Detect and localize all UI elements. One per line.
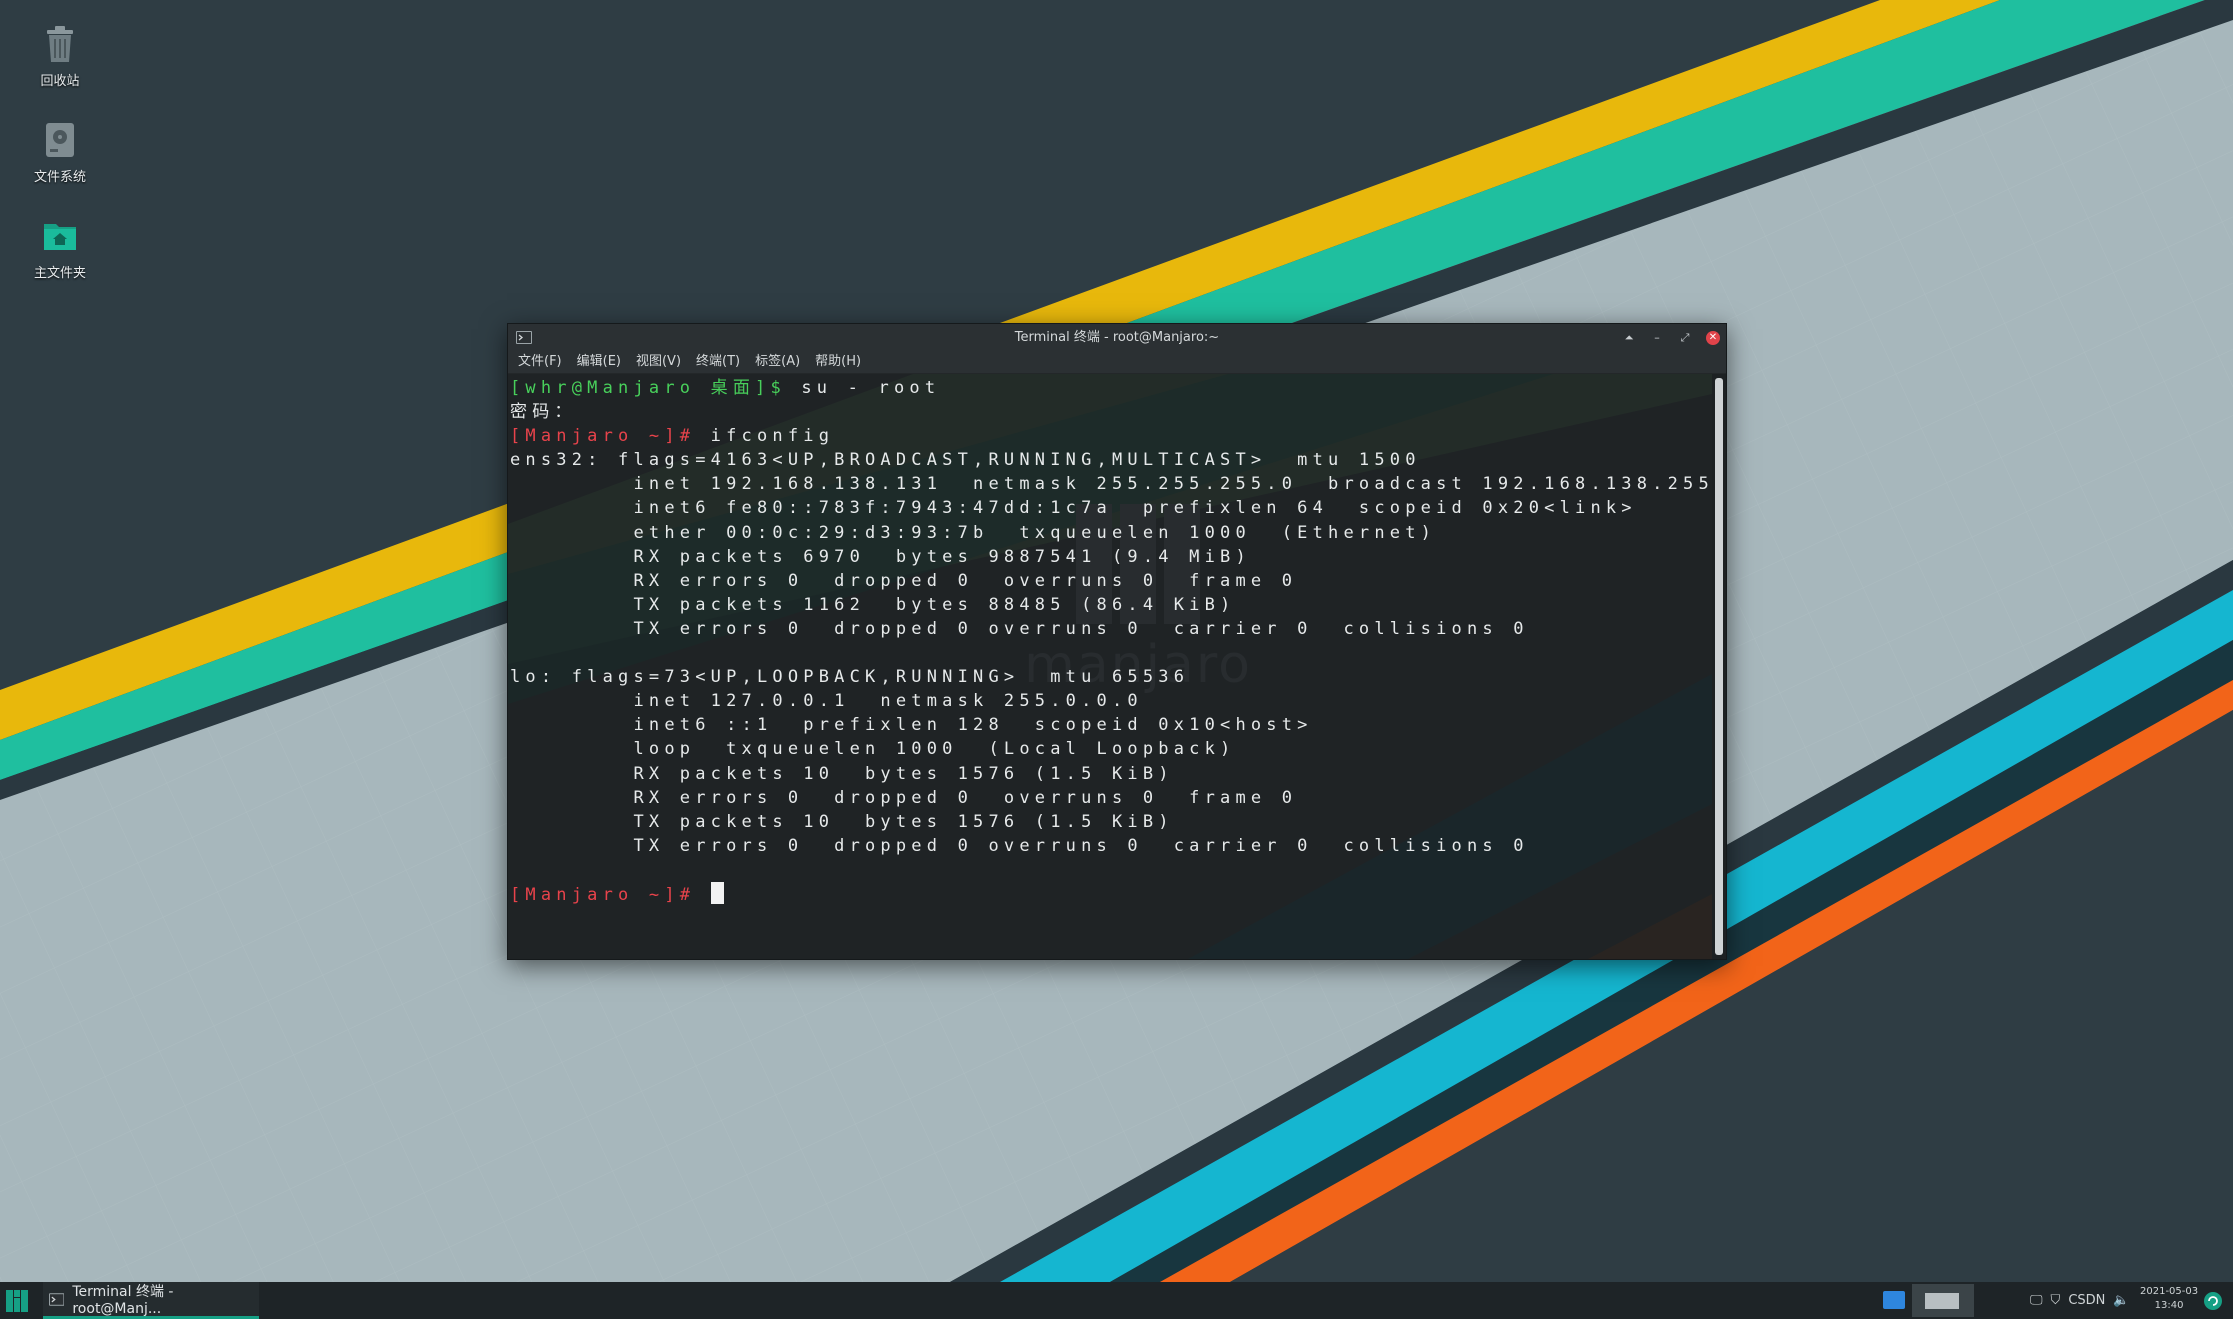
taskbar-task-terminal[interactable]: Terminal 终端 - root@Manj... xyxy=(43,1282,259,1319)
output-text: lo: flags=73<UP,LOOPBACK,RUNNING> mtu 65… xyxy=(510,667,1190,688)
output-text: TX packets 10 bytes 1576 (1.5 KiB) xyxy=(510,811,1174,832)
terminal-line: ether 00:0c:29:d3:93:7b txqueuelen 1000 … xyxy=(510,521,1712,545)
shell-command: su - root xyxy=(785,378,941,398)
home-folder-icon xyxy=(44,224,76,250)
terminal-line: RX errors 0 dropped 0 overruns 0 frame 0 xyxy=(510,569,1712,593)
shell-prompt: [Manjaro ~]# xyxy=(510,426,696,447)
close-button[interactable]: ✕ xyxy=(1706,330,1720,345)
clock-date: 2021-05-03 xyxy=(2140,1286,2199,1297)
terminal-line: [Manjaro ~]# ifconfig xyxy=(510,424,1712,448)
menu-terminal[interactable]: 终端(T) xyxy=(696,351,740,373)
keep-above-button[interactable]: ⏶ xyxy=(1622,331,1636,345)
menu-file[interactable]: 文件(F) xyxy=(518,351,562,373)
scrollbar-thumb[interactable] xyxy=(1715,378,1723,955)
system-tray: 🖵 ⛉ CSDN 🔈 xyxy=(2030,1282,2130,1319)
trash-icon xyxy=(47,26,73,62)
desktop-icon-home[interactable]: 主文件夹 xyxy=(18,216,102,281)
tray-text: CSDN xyxy=(2068,1293,2106,1308)
clock-time: 13:40 xyxy=(2154,1300,2184,1311)
output-text: inet6 fe80::783f:7943:47dd:1c7a prefixle… xyxy=(510,498,1637,519)
output-text: inet6 ::1 prefixlen 128 scopeid 0x10<hos… xyxy=(510,715,1313,736)
terminal-line: RX packets 10 bytes 1576 (1.5 KiB) xyxy=(510,762,1712,786)
maximize-button[interactable]: ⤢ xyxy=(1678,331,1692,345)
shell-command xyxy=(695,885,710,905)
terminal-line: inet 127.0.0.1 netmask 255.0.0.0 xyxy=(510,689,1712,713)
window-title: Terminal 终端 - root@Manjaro:~ xyxy=(1014,330,1220,345)
terminal-line: inet6 ::1 prefixlen 128 scopeid 0x10<hos… xyxy=(510,713,1712,737)
shell-prompt: [Manjaro ~]# xyxy=(510,884,696,905)
terminal-line: TX errors 0 dropped 0 overruns 0 carrier… xyxy=(510,617,1712,641)
drive-icon xyxy=(46,123,74,157)
shield-icon[interactable]: ⛉ xyxy=(2051,1293,2061,1308)
workspace-switcher-1[interactable] xyxy=(1883,1291,1905,1309)
terminal-line: RX errors 0 dropped 0 overruns 0 frame 0 xyxy=(510,786,1712,810)
menu-view[interactable]: 视图(V) xyxy=(636,351,681,373)
menu-help[interactable]: 帮助(H) xyxy=(815,351,861,373)
output-text: TX errors 0 dropped 0 overruns 0 carrier… xyxy=(510,618,1529,639)
menu-tabs[interactable]: 标签(A) xyxy=(755,351,800,373)
taskbar: Terminal 终端 - root@Manj... 🖵 ⛉ CSDN 🔈 20… xyxy=(0,1282,2233,1319)
terminal-line: 密码： xyxy=(510,400,1712,424)
text-cursor xyxy=(710,881,724,904)
network-icon[interactable]: 🖵 xyxy=(2030,1293,2043,1308)
output-text: 密码： xyxy=(510,402,577,423)
shell-command: ifconfig xyxy=(695,426,835,447)
terminal-line: [whr@Manjaro 桌面]$ su - root xyxy=(510,376,1712,400)
output-text: inet 127.0.0.1 netmask 255.0.0.0 xyxy=(510,691,1143,712)
minimize-icon: – xyxy=(1654,331,1660,344)
desktop-icon-label: 文件系统 xyxy=(33,170,86,185)
menu-edit[interactable]: 编辑(E) xyxy=(577,351,621,373)
desktop-icon-label: 主文件夹 xyxy=(33,266,86,281)
taskbar-task-label: Terminal 终端 - root@Manj... xyxy=(72,1284,174,1317)
workspace-switcher-2[interactable] xyxy=(1912,1284,1974,1317)
window-titlebar[interactable]: Terminal 终端 - root@Manjaro:~ ⏶ – ⤢ ✕ xyxy=(508,324,1726,351)
menubar: 文件(F) 编辑(E) 视图(V) 终端(T) 标签(A) 帮助(H) xyxy=(508,351,1726,373)
close-icon: ✕ xyxy=(1708,332,1718,343)
terminal-window[interactable]: Terminal 终端 - root@Manjaro:~ ⏶ – ⤢ ✕ 文件(… xyxy=(507,323,1727,960)
terminal-output: [whr@Manjaro 桌面]$ su - root 密码： [Manjaro ~… xyxy=(510,376,1712,906)
clock[interactable]: 2021-05-03 13:40 xyxy=(2140,1285,2198,1313)
desktop-icon-filesystem[interactable]: 文件系统 xyxy=(18,120,102,185)
terminal-line: RX packets 6970 bytes 9887541 (9.4 MiB) xyxy=(510,545,1712,569)
terminal-line: ens32: flags=4163<UP,BROADCAST,RUNNING,M… xyxy=(510,448,1712,472)
output-text: inet 192.168.138.131 netmask 255.255.255… xyxy=(510,474,1712,495)
minimize-button[interactable]: – xyxy=(1650,331,1664,345)
terminal-line: TX packets 10 bytes 1576 (1.5 KiB) xyxy=(510,810,1712,834)
update-icon[interactable] xyxy=(2203,1291,2223,1311)
desktop: 回收站 文件系统 主文件夹 Terminal 终端 - root@Manjaro… xyxy=(0,0,2233,1282)
output-text: ether 00:0c:29:d3:93:7b txqueuelen 1000 … xyxy=(510,522,1437,543)
terminal-scrollbar[interactable] xyxy=(1712,374,1726,959)
terminal-line: inet6 fe80::783f:7943:47dd:1c7a prefixle… xyxy=(510,496,1712,520)
output-text: TX errors 0 dropped 0 overruns 0 carrier… xyxy=(510,835,1529,856)
output-text: TX packets 1162 bytes 88485 (86.4 KiB) xyxy=(510,594,1236,615)
output-text: RX packets 10 bytes 1576 (1.5 KiB) xyxy=(510,763,1174,784)
eject-icon: ⏶ xyxy=(1624,331,1634,344)
terminal-line: lo: flags=73<UP,LOOPBACK,RUNNING> mtu 65… xyxy=(510,665,1712,689)
restore-icon: ⤢ xyxy=(1680,331,1690,344)
output-text: RX errors 0 dropped 0 overruns 0 frame 0 xyxy=(510,787,1298,808)
terminal-app-icon xyxy=(49,1292,65,1306)
volume-icon[interactable]: 🔈 xyxy=(2113,1293,2129,1308)
terminal-line: TX packets 1162 bytes 88485 (86.4 KiB) xyxy=(510,593,1712,617)
output-text: loop txqueuelen 1000 (Local Loopback) xyxy=(510,739,1236,760)
terminal-line: loop txqueuelen 1000 (Local Loopback) xyxy=(510,737,1712,761)
terminal-line: TX errors 0 dropped 0 overruns 0 carrier… xyxy=(510,834,1712,858)
terminal-line: [Manjaro ~]# xyxy=(510,881,1712,906)
manjaro-menu-icon[interactable] xyxy=(6,1290,28,1312)
shell-prompt: [whr@Manjaro 桌面]$ xyxy=(510,378,786,398)
output-text: ens32: flags=4163<UP,BROADCAST,RUNNING,M… xyxy=(510,450,1421,471)
terminal-line: inet 192.168.138.131 netmask 255.255.255… xyxy=(510,472,1712,496)
output-text: RX errors 0 dropped 0 overruns 0 frame 0 xyxy=(510,570,1298,591)
terminal-screen[interactable]: manjaro [whr@Manjaro 桌面]$ su - root 密码： [M… xyxy=(508,374,1712,959)
desktop-icon-trash[interactable]: 回收站 xyxy=(18,24,102,89)
desktop-icon-label: 回收站 xyxy=(40,74,80,89)
output-text: RX packets 6970 bytes 9887541 (9.4 MiB) xyxy=(510,546,1251,567)
